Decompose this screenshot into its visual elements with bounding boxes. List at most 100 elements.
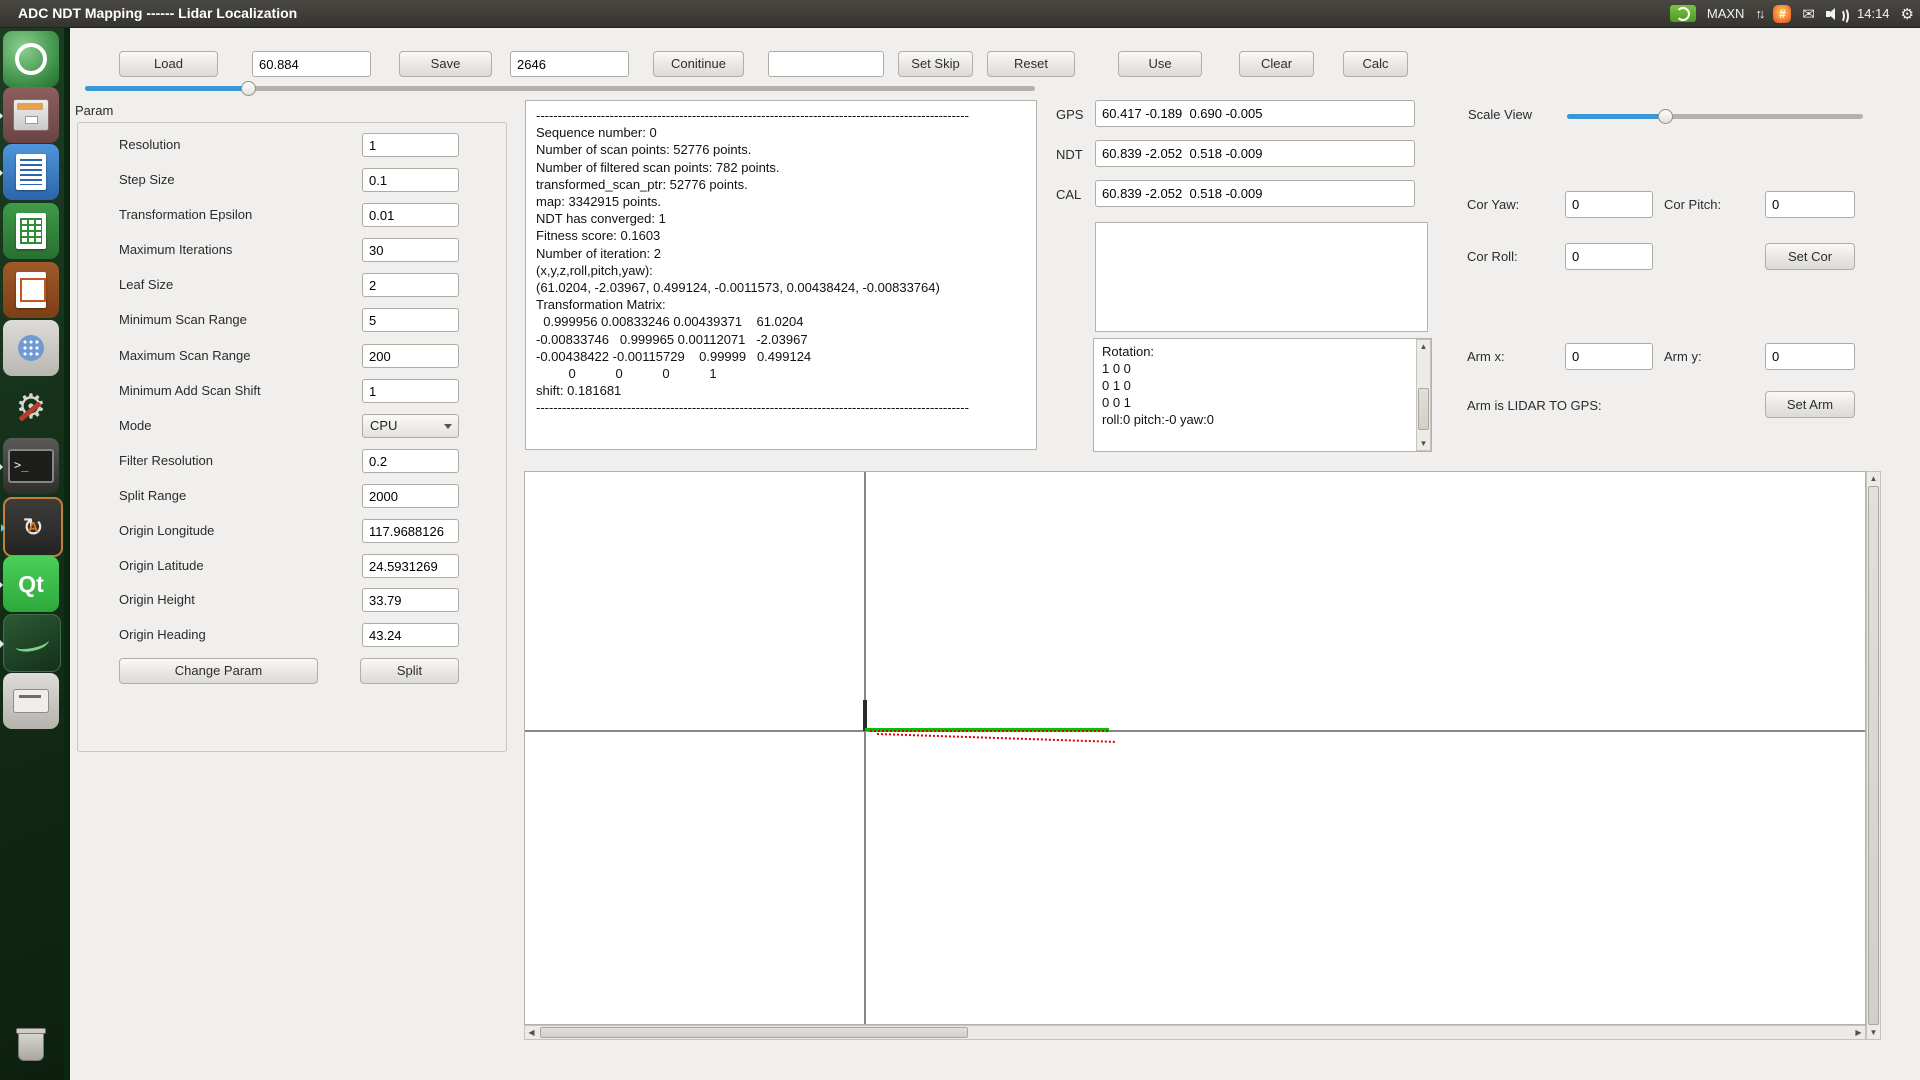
session-gear-icon[interactable]: ⚙ [1901,5,1914,23]
continue-button[interactable]: Conitinue [653,51,744,77]
cal-label: CAL [1056,187,1081,203]
param-field-origin-longitude[interactable] [362,519,459,543]
param-label-resolution: Resolution [119,137,180,153]
scroll-down-icon[interactable]: ▼ [1417,437,1430,450]
param-field-minimum-add-scan-shift[interactable] [362,379,459,403]
cor-yaw-field[interactable] [1565,191,1653,218]
sequence-slider-handle[interactable] [241,81,256,96]
change-param-button[interactable]: Change Param [119,658,318,684]
gpu-mode-label: MAXN [1707,6,1745,21]
cal-pose-field[interactable] [1095,180,1415,207]
rotation-scrollbar[interactable]: ▲ ▼ [1416,339,1431,451]
ndt-log-output[interactable]: ----------------------------------------… [525,100,1037,450]
system-top-bar: ADC NDT Mapping ------ Lidar Localizatio… [0,0,1920,28]
arm-y-field[interactable] [1765,343,1855,370]
qt-creator-icon[interactable]: Qt [3,556,59,612]
split-button[interactable]: Split [360,658,459,684]
canvas-vertical-axis [864,472,866,1025]
scroll-left-icon[interactable]: ◀ [525,1026,538,1039]
ndt-label: NDT [1056,147,1083,163]
volume-icon[interactable] [1826,6,1846,22]
scroll-up-icon[interactable]: ▲ [1417,340,1430,353]
input-method-icon[interactable]: # [1773,5,1791,23]
scroll-down-icon[interactable]: ▼ [1867,1026,1880,1039]
scroll-up-icon[interactable]: ▲ [1867,472,1880,485]
ndt-pose-field[interactable] [1095,140,1415,167]
param-label-origin-longitude: Origin Longitude [119,523,214,539]
libreoffice-writer-icon[interactable] [3,144,59,200]
scale-view-slider[interactable] [1567,114,1863,119]
ubuntu-dash-icon[interactable] [3,31,59,87]
canvas-origin-tick [863,700,867,731]
nvidia-icon[interactable] [1670,5,1696,22]
software-center-icon[interactable] [3,320,59,376]
param-field-minimum-scan-range[interactable] [362,308,459,332]
rotation-scrollbar-thumb[interactable] [1418,388,1429,430]
calc-button[interactable]: Calc [1343,51,1408,77]
reset-button[interactable]: Reset [987,51,1075,77]
param-field-maximum-scan-range[interactable] [362,344,459,368]
param-field-leaf-size[interactable] [362,273,459,297]
gps-label: GPS [1056,107,1083,123]
libreoffice-calc-icon[interactable] [3,203,59,259]
param-field-transformation-epsilon[interactable] [362,203,459,227]
save-button[interactable]: Save [399,51,492,77]
libreoffice-impress-icon[interactable] [3,262,59,318]
dark-green-app-icon[interactable] [3,614,61,672]
param-field-maximum-iterations[interactable] [362,238,459,262]
canvas-horizontal-axis [525,730,1866,732]
param-field-step-size[interactable] [362,168,459,192]
clear-button[interactable]: Clear [1239,51,1314,77]
param-label-minimum-scan-range: Minimum Scan Range [119,312,247,328]
param-field-origin-latitude[interactable] [362,554,459,578]
app-window: Load Save Conitinue Set Skip Reset Use C… [70,27,1920,1080]
mail-icon[interactable]: ✉ [1802,5,1815,23]
load-value-field[interactable] [252,51,371,77]
arm-x-label: Arm x: [1467,349,1505,365]
load-button[interactable]: Load [119,51,218,77]
canvas-h-thumb[interactable] [540,1027,968,1038]
system-tray: MAXN ↑↓ # ✉ 14:14 ⚙ [1670,0,1914,27]
cor-roll-field[interactable] [1565,243,1653,270]
param-field-split-range[interactable] [362,484,459,508]
param-field-filter-resolution[interactable] [362,449,459,473]
set-skip-button[interactable]: Set Skip [898,51,973,77]
network-arrows-icon[interactable]: ↑↓ [1755,6,1762,21]
canvas-vertical-scrollbar[interactable]: ▲ ▼ [1866,471,1881,1040]
arm-x-field[interactable] [1565,343,1653,370]
cor-pitch-field[interactable] [1765,191,1855,218]
cor-yaw-label: Cor Yaw: [1467,197,1519,213]
canvas-v-thumb[interactable] [1868,486,1879,1025]
use-button[interactable]: Use [1118,51,1202,77]
param-field-resolution[interactable] [362,133,459,157]
printer-icon[interactable] [3,673,59,729]
scroll-right-icon[interactable]: ▶ [1852,1026,1865,1039]
system-settings-icon[interactable]: ⚙ [3,379,59,435]
param-label-origin-heading: Origin Heading [119,627,206,643]
param-label-maximum-scan-range: Maximum Scan Range [119,348,251,364]
skip-value-field[interactable] [768,51,884,77]
set-cor-button[interactable]: Set Cor [1765,243,1855,270]
terminal-icon[interactable]: >_ [3,438,59,494]
param-group-title: Param [75,103,113,119]
update-circular-a-icon[interactable]: ↻A [3,497,63,557]
param-label-filter-resolution: Filter Resolution [119,453,213,469]
scale-view-label: Scale View [1468,107,1532,123]
param-field-origin-heading[interactable] [362,623,459,647]
param-label-origin-height: Origin Height [119,592,195,608]
param-label-transformation-epsilon: Transformation Epsilon [119,207,252,223]
param-label-leaf-size: Leaf Size [119,277,173,293]
map-canvas[interactable] [524,471,1866,1025]
scale-view-slider-handle[interactable] [1658,109,1673,124]
set-arm-button[interactable]: Set Arm [1765,391,1855,418]
trash-icon[interactable] [3,1018,59,1074]
param-field-origin-height[interactable] [362,588,459,612]
file-cabinet-icon[interactable] [3,87,59,143]
sequence-slider[interactable] [85,86,1035,91]
save-value-field[interactable] [510,51,629,77]
mode-select[interactable]: CPU [362,414,459,438]
canvas-horizontal-scrollbar[interactable]: ◀ ▶ [524,1025,1866,1040]
window-title: ADC NDT Mapping ------ Lidar Localizatio… [18,0,297,27]
rotation-display-box[interactable]: Rotation:1 0 00 1 00 0 1roll:0 pitch:-0 … [1093,338,1432,452]
gps-pose-field[interactable] [1095,100,1415,127]
